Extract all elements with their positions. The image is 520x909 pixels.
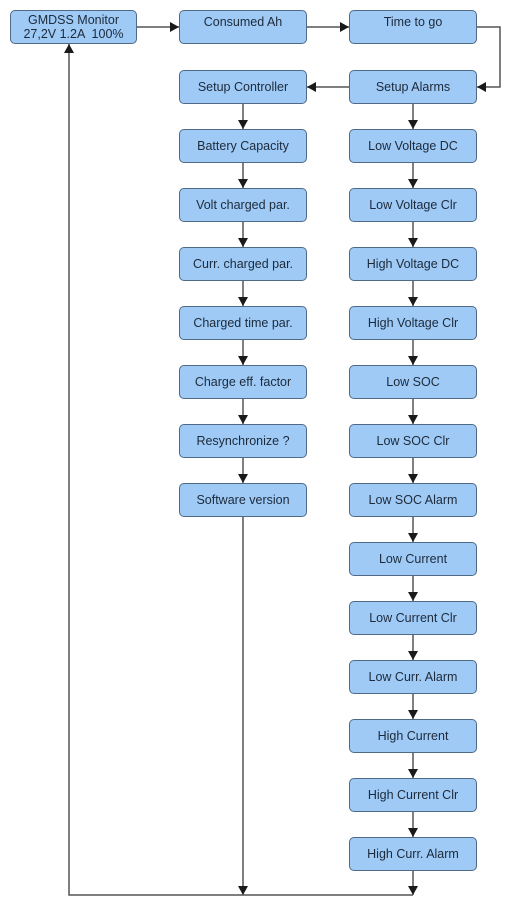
arrow-head-right xyxy=(340,22,349,32)
edge-return-to-gmdss xyxy=(68,44,413,896)
arrow-head-down xyxy=(408,886,418,895)
arrow-head-down xyxy=(238,297,248,306)
controller-item-5[interactable]: Charge eff. factor xyxy=(179,365,307,399)
arrow-head-down xyxy=(238,238,248,247)
alarm-item-label: Low SOC Alarm xyxy=(368,493,458,507)
arrow-head-down xyxy=(408,415,418,424)
controller-item-2[interactable]: Volt charged par. xyxy=(179,188,307,222)
node-consumed-ah[interactable]: Consumed Ah xyxy=(179,10,307,44)
alarm-item-4[interactable]: High Voltage Clr xyxy=(349,306,477,340)
arrow-head-down xyxy=(408,238,418,247)
arrow-head-down xyxy=(408,592,418,601)
alarm-item-3[interactable]: High Voltage DC xyxy=(349,247,477,281)
alarm-item-1[interactable]: Low Voltage DC xyxy=(349,129,477,163)
arrow-head-down xyxy=(238,120,248,129)
controller-item-7[interactable]: Software version xyxy=(179,483,307,517)
arrow-head-down xyxy=(408,533,418,542)
alarm-item-label: Low SOC Clr xyxy=(376,434,450,448)
controller-item-label: Battery Capacity xyxy=(197,139,289,153)
alarm-item-7[interactable]: Low SOC Alarm xyxy=(349,483,477,517)
node-consumed-ah-label: Consumed Ah xyxy=(203,15,283,29)
alarm-item-11[interactable]: High Current xyxy=(349,719,477,753)
arrow-head-down xyxy=(408,828,418,837)
arrow-head-down xyxy=(238,179,248,188)
arrow-head-left xyxy=(477,82,486,92)
alarm-item-label: Low Current Clr xyxy=(369,611,457,625)
alarm-item-label: Low Voltage DC xyxy=(368,139,458,153)
edge-timetogo-setupalarms xyxy=(477,26,501,88)
controller-item-3[interactable]: Curr. charged par. xyxy=(179,247,307,281)
controller-item-label: Charge eff. factor xyxy=(194,375,292,389)
arrow-head-down xyxy=(238,474,248,483)
arrow-head-down xyxy=(408,474,418,483)
alarm-item-8[interactable]: Low Current xyxy=(349,542,477,576)
alarm-item-label: Low Current xyxy=(378,552,448,566)
alarm-item-9[interactable]: Low Current Clr xyxy=(349,601,477,635)
arrow-head-down xyxy=(238,356,248,365)
controller-item-4[interactable]: Charged time par. xyxy=(179,306,307,340)
arrow-head-down xyxy=(408,651,418,660)
arrow-head-down xyxy=(408,297,418,306)
alarm-item-label: High Voltage DC xyxy=(366,257,460,271)
menu-flowchart: GMDSS Monitor 27,2V 1.2A 100% Consumed A… xyxy=(0,0,520,909)
node-setup-alarms-label: Setup Alarms xyxy=(375,80,451,94)
arrow-head-down xyxy=(408,120,418,129)
controller-item-1[interactable]: Battery Capacity xyxy=(179,129,307,163)
alarm-item-5[interactable]: Low SOC xyxy=(349,365,477,399)
alarm-item-2[interactable]: Low Voltage Clr xyxy=(349,188,477,222)
alarm-item-10[interactable]: Low Curr. Alarm xyxy=(349,660,477,694)
node-time-to-go-label: Time to go xyxy=(383,15,443,29)
alarm-item-label: Low Voltage Clr xyxy=(369,198,457,212)
arrow-head-down xyxy=(408,179,418,188)
node-gmdss-monitor-title: GMDSS Monitor xyxy=(28,13,119,27)
alarm-item-label: High Curr. Alarm xyxy=(367,847,459,861)
node-setup-controller-label: Setup Controller xyxy=(197,80,289,94)
alarm-item-label: High Current xyxy=(377,729,449,743)
alarm-item-13[interactable]: High Curr. Alarm xyxy=(349,837,477,871)
arrow-head-right xyxy=(170,22,179,32)
controller-item-label: Volt charged par. xyxy=(196,198,290,212)
controller-item-label: Software version xyxy=(196,493,290,507)
controller-item-label: Resynchronize ? xyxy=(196,434,290,448)
arrow-head-down xyxy=(408,710,418,719)
arrow-head-down xyxy=(238,886,248,895)
controller-item-6[interactable]: Resynchronize ? xyxy=(179,424,307,458)
node-gmdss-monitor[interactable]: GMDSS Monitor 27,2V 1.2A 100% xyxy=(10,10,137,44)
arrow-head-left xyxy=(307,82,316,92)
node-setup-controller[interactable]: Setup Controller xyxy=(179,70,307,104)
alarm-item-label: High Current Clr xyxy=(367,788,459,802)
node-time-to-go[interactable]: Time to go xyxy=(349,10,477,44)
alarm-item-6[interactable]: Low SOC Clr xyxy=(349,424,477,458)
arrow-head-down xyxy=(408,769,418,778)
alarm-item-label: High Voltage Clr xyxy=(367,316,459,330)
node-setup-alarms[interactable]: Setup Alarms xyxy=(349,70,477,104)
controller-item-label: Curr. charged par. xyxy=(192,257,294,271)
arrow-head-down xyxy=(238,415,248,424)
alarm-item-label: Low SOC xyxy=(386,375,440,389)
arrow-head-up xyxy=(64,44,74,53)
controller-item-label: Charged time par. xyxy=(193,316,293,330)
alarm-item-12[interactable]: High Current Clr xyxy=(349,778,477,812)
arrow-head-down xyxy=(408,356,418,365)
status-readout: 27,2V 1.2A 100% xyxy=(23,27,124,41)
alarm-item-label: Low Curr. Alarm xyxy=(368,670,458,684)
